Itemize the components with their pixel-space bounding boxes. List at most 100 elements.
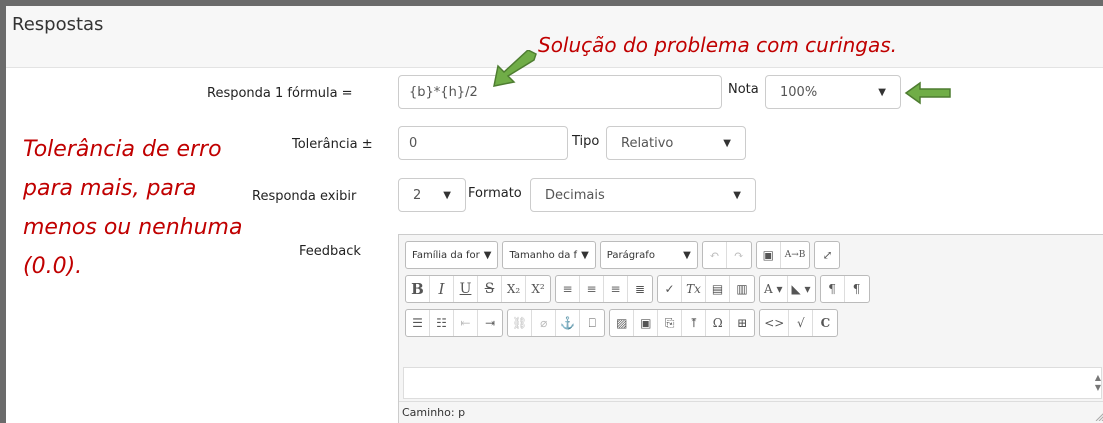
format-select[interactable]: Decimais ▼ [530, 178, 756, 212]
chevron-down-icon: ▼ [581, 249, 589, 261]
chevron-down-icon: ▼ [878, 86, 886, 98]
align-right-icon[interactable]: ≡ [604, 276, 628, 302]
equation-icon[interactable]: √ [789, 310, 814, 336]
underline-icon[interactable]: U [454, 276, 478, 302]
align-left-icon[interactable]: ≡ [556, 276, 580, 302]
solution-annotation: Solução do problema com curingas. [538, 33, 898, 57]
scroll-up-icon[interactable]: ▲ [1095, 373, 1101, 383]
feedback-text-area[interactable] [403, 367, 1102, 399]
font-size-dropdown[interactable]: Tamanho da f ▼ [503, 242, 594, 268]
answer-formula-value: {b}*{h}/2 [409, 84, 478, 100]
superscript-icon[interactable]: X² [526, 276, 550, 302]
search-group: ▣ A→B [755, 241, 811, 269]
tolerance-annotation-line: menos ou nenhuma [23, 215, 243, 240]
insert-group: ▨ ▣ ⎘ ⤒ Ω ⊞ [609, 309, 756, 337]
editor-scrollbar[interactable]: ▲ ▼ [1090, 367, 1103, 399]
spellcheck-icon[interactable]: C [813, 310, 837, 336]
feedback-label: Feedback [299, 244, 361, 259]
display-label: Responda exibir [252, 189, 357, 204]
manage-files-icon[interactable]: ⎘ [658, 310, 683, 336]
remove-format-icon[interactable]: Tx [682, 276, 706, 302]
scroll-down-icon[interactable]: ▼ [1095, 383, 1101, 393]
answer-formula-input[interactable]: {b}*{h}/2 [398, 75, 722, 109]
paragraph-value: Parágrafo [606, 249, 655, 261]
align-center-icon[interactable]: ≡ [580, 276, 604, 302]
editor-toolbar-row-2: B I U S X₂ X² ≡ ≡ ≡ ≣ ✓ Tx ▤ ▥ A ▾ ◣ ▾ ¶… [405, 275, 870, 303]
chevron-down-icon: ▼ [723, 137, 731, 149]
type-label: Tipo [572, 134, 600, 149]
unlink-icon[interactable]: ⌀ [532, 310, 557, 336]
indent-icon[interactable]: ⇥ [478, 310, 502, 336]
tolerance-annotation-line: para mais, para [23, 176, 197, 201]
format-dropdown-group: Família da for ▼ [405, 241, 499, 269]
answer-formula-label: Responda 1 fórmula = [207, 86, 353, 101]
direction-group: ¶ ¶ [819, 275, 870, 303]
editor-path: Caminho: p [402, 406, 466, 419]
section-title: Respostas [12, 14, 104, 35]
background-color-icon[interactable]: ◣ ▾ [788, 276, 815, 302]
replace-icon[interactable]: A→B [781, 242, 810, 268]
paste-word-icon[interactable]: ▥ [730, 276, 754, 302]
anchor-link-icon[interactable]: ⚓ [556, 310, 581, 336]
tolerance-input[interactable]: 0 [398, 126, 568, 160]
align-justify-icon[interactable]: ≣ [628, 276, 652, 302]
tolerance-annotation-line: (0.0). [23, 254, 83, 279]
paragraph-group: Parágrafo ▼ [599, 241, 698, 269]
font-family-dropdown[interactable]: Família da for ▼ [406, 242, 497, 268]
italic-icon[interactable]: I [430, 276, 454, 302]
clear-icon[interactable]: ✓ [658, 276, 682, 302]
display-value: 2 [413, 187, 422, 203]
text-style-group: B I U S X₂ X² [405, 275, 551, 303]
tolerance-type-value: Relativo [621, 135, 674, 151]
tolerance-type-select[interactable]: Relativo ▼ [606, 126, 746, 160]
table-icon[interactable]: ⊞ [730, 310, 754, 336]
rtl-icon[interactable]: ¶ [845, 276, 869, 302]
image-icon[interactable]: ▨ [610, 310, 635, 336]
ltr-icon[interactable]: ¶ [821, 276, 845, 302]
undo-icon[interactable]: ↶ [703, 242, 727, 268]
arrow-icon [904, 81, 951, 105]
paragraph-dropdown[interactable]: Parágrafo ▼ [601, 242, 697, 268]
feedback-editor: Família da for ▼ Tamanho da f ▼ Parágraf… [398, 234, 1103, 423]
display-select[interactable]: 2 ▼ [398, 178, 466, 212]
resize-handle-icon[interactable] [1094, 411, 1103, 421]
font-family-value: Família da for [412, 249, 480, 261]
bullet-list-icon[interactable]: ☰ [406, 310, 430, 336]
numbered-list-icon[interactable]: ☷ [430, 310, 454, 336]
tolerance-annotation-line: Tolerância de erro [23, 137, 222, 162]
chevron-down-icon: ▼ [683, 249, 691, 261]
clear-group: ✓ Tx ▤ ▥ [657, 275, 755, 303]
arrow-icon [493, 50, 537, 87]
tolerance-annotation: Tolerância de erro para mais, para menos… [23, 130, 242, 286]
redo-icon[interactable]: ↷ [727, 242, 751, 268]
editor-toolbar-row-3: ☰ ☷ ⇤ ⇥ ⛓ ⌀ ⚓ ⎕ ▨ ▣ ⎘ ⤒ Ω ⊞ <> √ C [405, 309, 839, 337]
alignment-group: ≡ ≡ ≡ ≣ [555, 275, 653, 303]
fullscreen-icon[interactable]: ⤢ [815, 242, 839, 268]
format-label: Formato [468, 186, 522, 201]
grade-value: 100% [780, 84, 818, 100]
text-color-icon[interactable]: A ▾ [760, 276, 788, 302]
answers-panel: Respostas Responda 1 fórmula = {b}*{h}/2… [6, 6, 1103, 423]
upload-icon[interactable]: ⤒ [682, 310, 707, 336]
code-group: <> √ C [759, 309, 839, 337]
paste-text-icon[interactable]: ▤ [706, 276, 730, 302]
chevron-down-icon: ▼ [733, 189, 741, 201]
history-group: ↶ ↷ [701, 241, 752, 269]
fullscreen-group: ⤢ [814, 241, 841, 269]
link-icon[interactable]: ⛓ [508, 310, 533, 336]
bookmark-icon[interactable]: ⎕ [580, 310, 604, 336]
editor-toolbar-row-1: Família da for ▼ Tamanho da f ▼ Parágraf… [405, 241, 841, 269]
tolerance-value: 0 [409, 135, 418, 151]
color-group: A ▾ ◣ ▾ [759, 275, 816, 303]
subscript-icon[interactable]: X₂ [502, 276, 526, 302]
outdent-icon[interactable]: ⇤ [454, 310, 478, 336]
chevron-down-icon: ▼ [483, 249, 492, 261]
bold-icon[interactable]: B [406, 276, 430, 302]
special-char-icon[interactable]: Ω [706, 310, 731, 336]
strikethrough-icon[interactable]: S [478, 276, 502, 302]
html-icon[interactable]: <> [760, 310, 790, 336]
grade-select[interactable]: 100% ▼ [765, 75, 901, 109]
font-size-group: Tamanho da f ▼ [502, 241, 596, 269]
find-icon[interactable]: ▣ [757, 242, 781, 268]
media-icon[interactable]: ▣ [634, 310, 659, 336]
